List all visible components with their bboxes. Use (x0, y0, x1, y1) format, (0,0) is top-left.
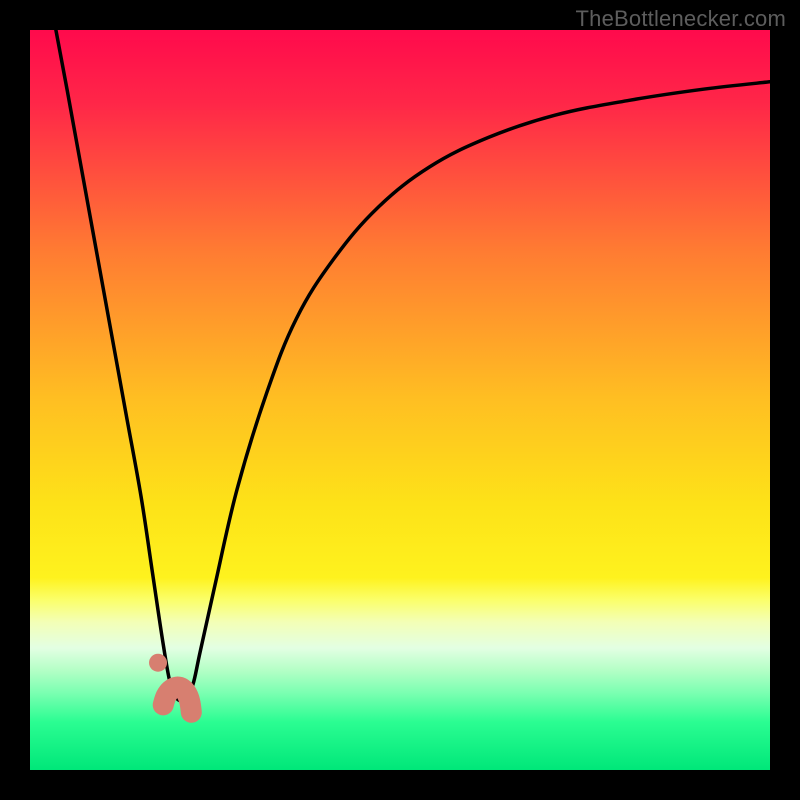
marker-dot (149, 654, 167, 672)
outer-frame: TheBottlenecker.com (0, 0, 800, 800)
gradient-background (30, 30, 770, 770)
plot-area (30, 30, 770, 770)
attribution-label: TheBottlenecker.com (576, 6, 786, 32)
chart-canvas (30, 30, 770, 770)
